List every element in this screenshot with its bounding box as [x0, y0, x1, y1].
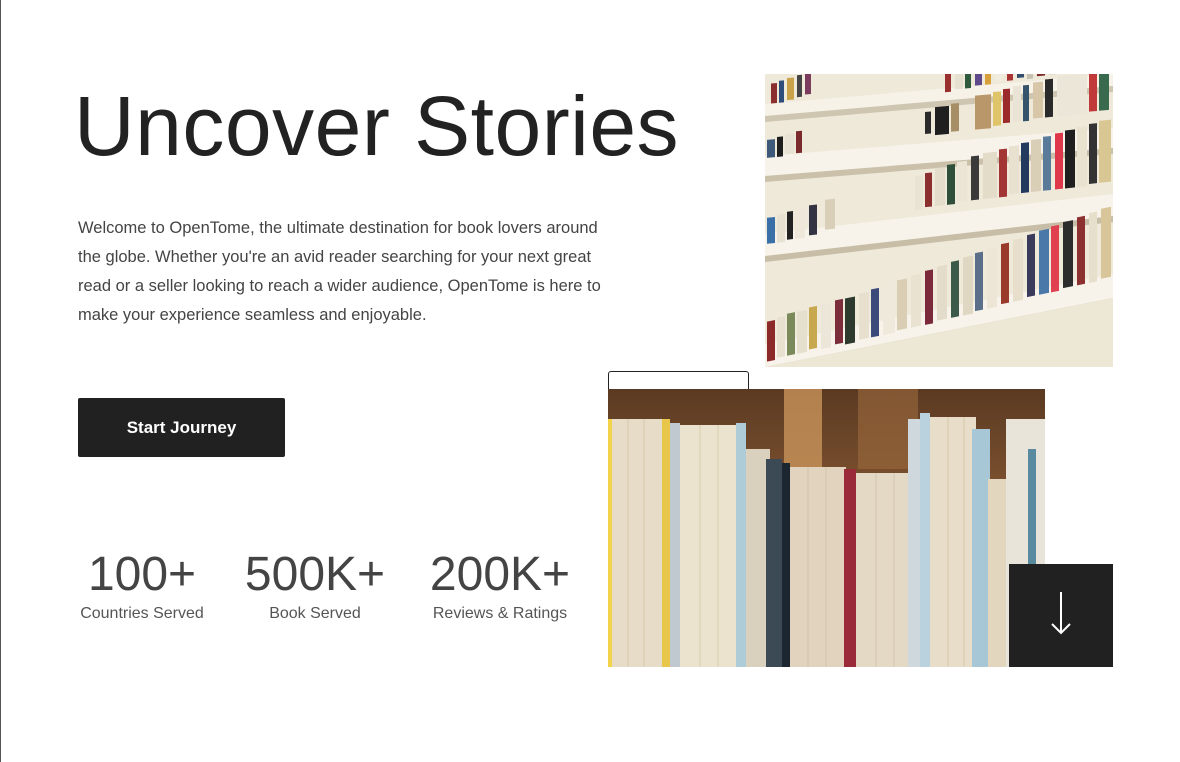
hero-title: Uncover Stories: [74, 79, 680, 173]
start-journey-button[interactable]: Start Journey: [78, 398, 285, 457]
stat-label: Countries Served: [80, 605, 204, 622]
hero-description: Welcome to OpenTome, the ultimate destin…: [78, 219, 601, 324]
scroll-down-button[interactable]: [1009, 564, 1113, 667]
stat-label: Book Served: [269, 605, 361, 622]
page-left-border: [0, 0, 1, 762]
stat-value: 200K+: [429, 548, 571, 601]
stat-label: Reviews & Ratings: [432, 605, 568, 622]
book-spines-image: [608, 389, 1045, 667]
arrow-down-icon: [1049, 590, 1073, 641]
stat-countries: 100+ Countries Served: [76, 546, 208, 624]
stat-reviews: 200K+ Reviews & Ratings: [426, 546, 574, 624]
stat-books: 500K+ Book Served: [240, 546, 390, 624]
bookshelf-image: [765, 74, 1113, 367]
stat-value: 500K+: [244, 548, 386, 601]
stat-value: 100+: [87, 548, 197, 601]
